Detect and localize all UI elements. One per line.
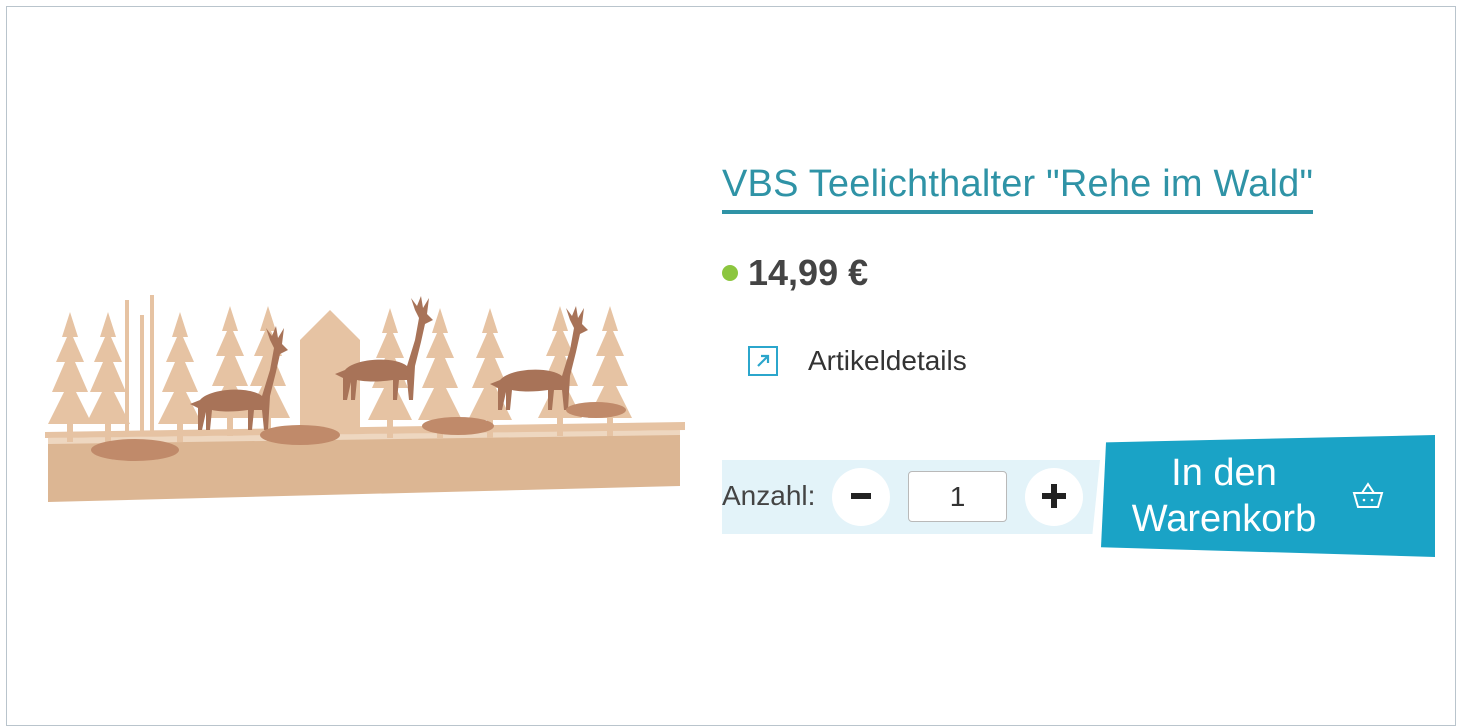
price-row: 14,99 € [722,252,868,294]
quantity-increase-button[interactable] [1025,468,1083,526]
add-to-cart-label: In den Warenkorb [1101,450,1347,542]
product-title-link[interactable]: VBS Teelichthalter "Rehe im Wald" [722,163,1314,214]
quantity-decrease-button[interactable] [832,468,890,526]
article-details-label: Artikeldetails [808,345,967,376]
quantity-input[interactable] [908,471,1007,522]
add-to-cart-label-line1: In den [1171,452,1277,494]
basket-icon [1351,481,1385,511]
add-to-cart-button[interactable]: In den Warenkorb [1101,435,1435,557]
external-arrow-icon [748,346,778,376]
plus-icon [1041,483,1067,512]
minus-icon [849,484,873,511]
product-image[interactable] [30,200,710,530]
product-price: 14,99 € [748,252,869,293]
add-to-cart-label-line2: Warenkorb [1131,498,1317,540]
article-details-link[interactable]: Artikeldetails [748,345,967,377]
availability-dot [722,265,738,281]
quantity-label: Anzahl: [722,480,816,511]
